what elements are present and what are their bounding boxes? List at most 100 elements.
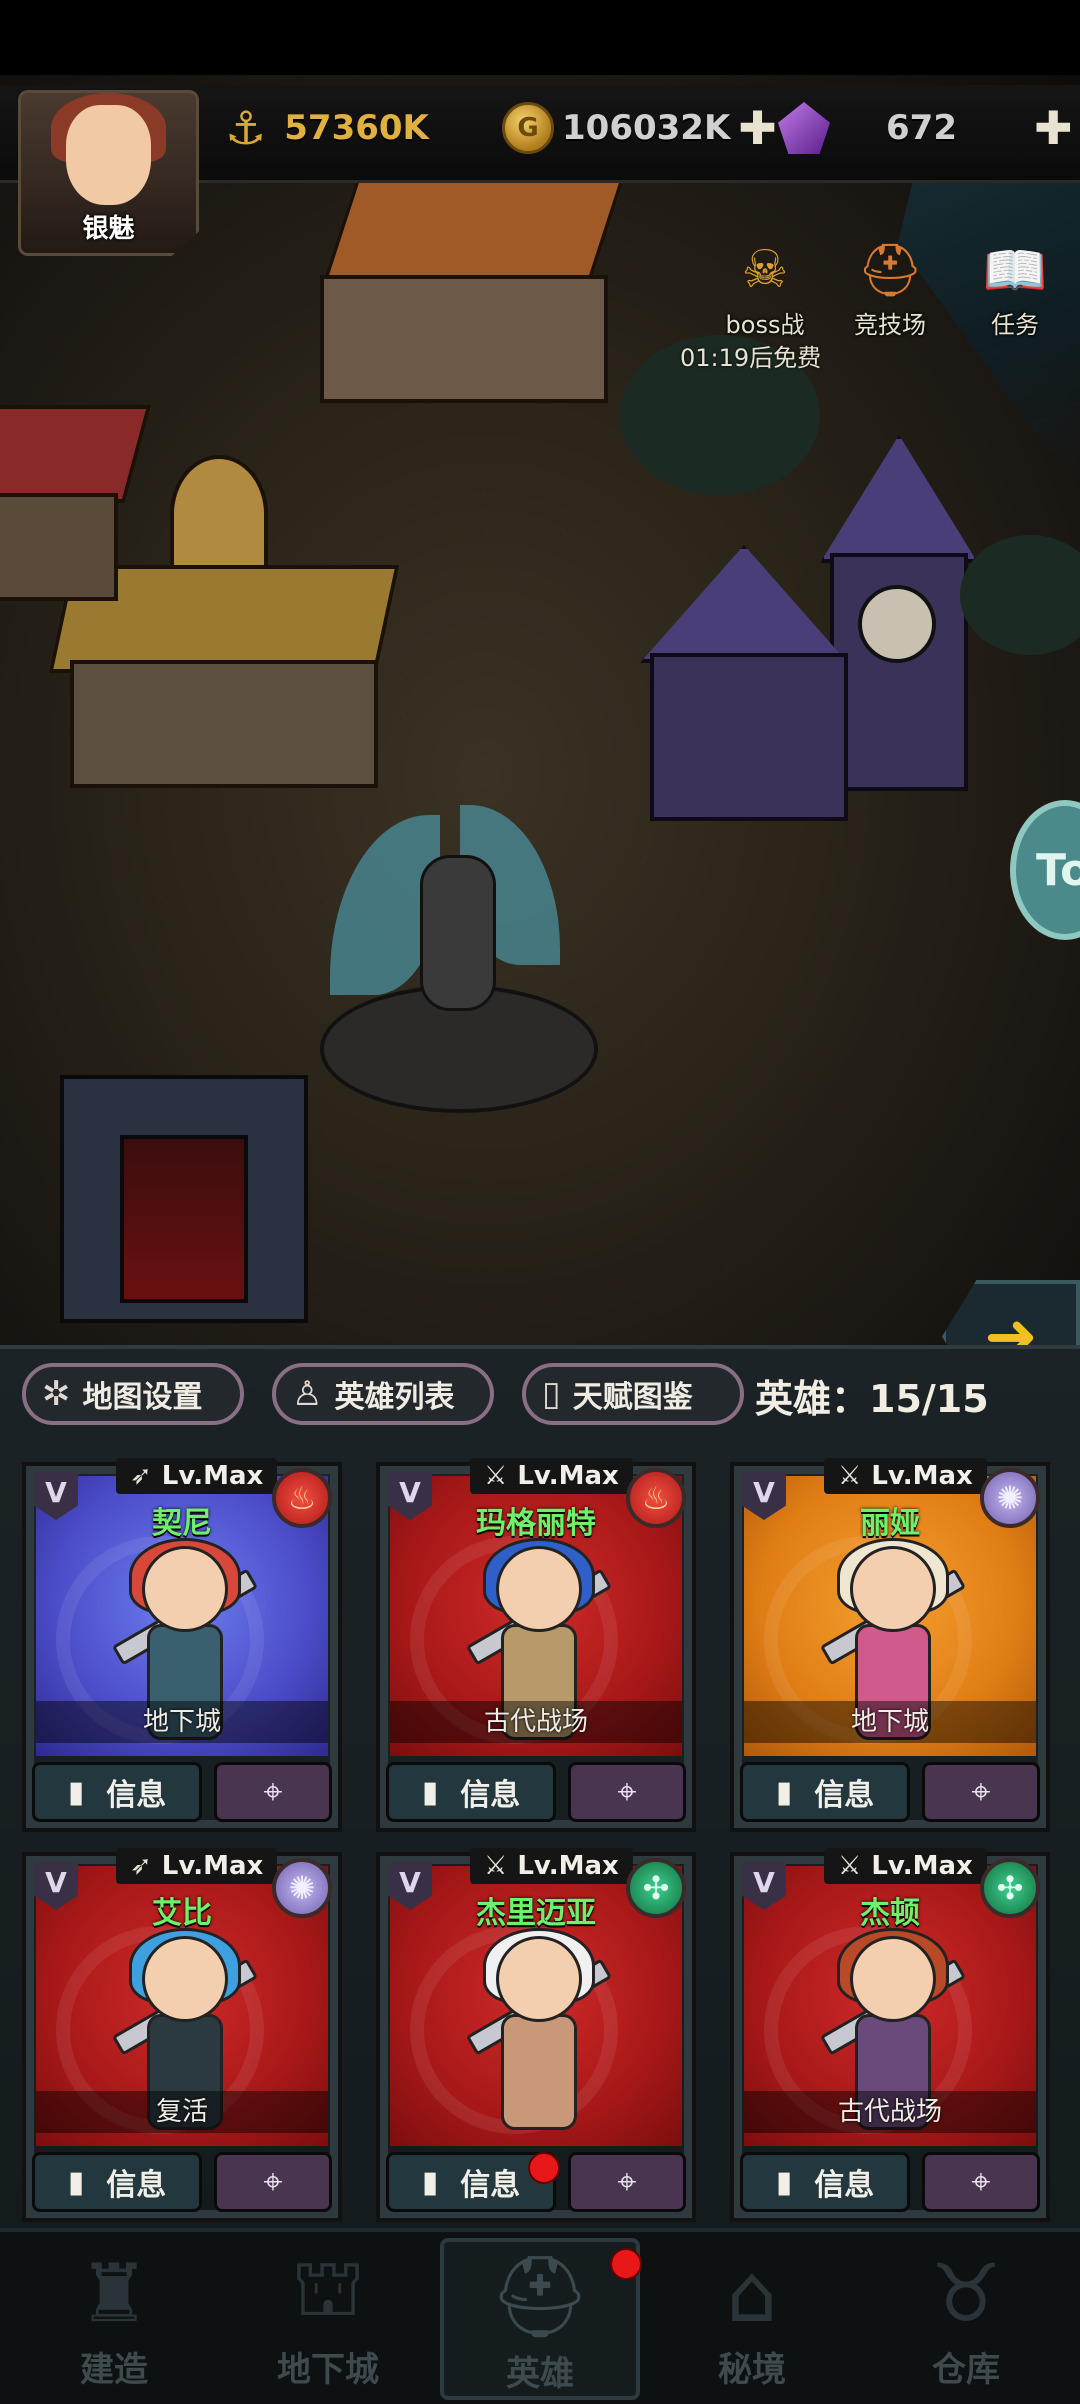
gem-icon (778, 102, 830, 154)
map-building-red-roof[interactable] (0, 405, 152, 605)
hero-level-text: Lv.Max (871, 1461, 973, 1491)
hero-level-text: Lv.Max (871, 1851, 973, 1881)
nav-secret-realm-label: 秘境 (718, 2350, 786, 2390)
boss-battle-button[interactable]: ☠ boss战 (705, 225, 825, 340)
hero-level: ⚔ Lv.Max (824, 1458, 987, 1494)
hero-locate-button[interactable]: ⌖ (568, 1762, 686, 1822)
tab-talent-codex-label: 天赋图鉴 (572, 1380, 693, 1415)
hero-level: ⚔ Lv.Max (470, 1848, 633, 1884)
tab-map-settings-label: 地图设置 (82, 1380, 203, 1415)
player-avatar[interactable]: 银魅 (18, 90, 199, 256)
hero-level: ⚔ Lv.Max (470, 1458, 633, 1494)
hero-name: 丽娅 (860, 1506, 920, 1541)
anchor-icon: ⚓ (225, 101, 267, 155)
nav-heroes-label: 英雄 (506, 2354, 574, 2394)
hero-locate-button[interactable]: ⌖ (568, 2152, 686, 2212)
hero-info-button[interactable]: ▮ 信息 (740, 2152, 910, 2212)
tab-hero-list-label: 英雄列表 (334, 1380, 455, 1415)
location-pin-icon: ⌖ (263, 1772, 283, 1812)
hero-silhouette-icon: ♙ (292, 1374, 323, 1414)
hero-info-button[interactable]: ▮ 信息 (32, 2152, 202, 2212)
map-building-house[interactable] (280, 170, 640, 420)
hero-info-button[interactable]: ▮ 信息 (386, 1762, 556, 1822)
hero-level: ➶ Lv.Max (116, 1458, 278, 1494)
side-tab-label: To (1036, 844, 1080, 896)
hero-card[interactable]: V ⚔ Lv.Max ♨ 玛格丽特 古代战场 ▮ 信息 ⌖ (376, 1458, 696, 1832)
avatar-face (66, 105, 151, 205)
hero-locate-button[interactable]: ⌖ (214, 2152, 332, 2212)
hero-level: ⚔ Lv.Max (824, 1848, 987, 1884)
hero-locate-button[interactable]: ⌖ (922, 2152, 1040, 2212)
nav-warehouse[interactable]: ♉ 仓库 (866, 2238, 1066, 2400)
nav-build-label: 建造 (80, 2350, 148, 2390)
sword-icon: ⚔ (484, 1461, 508, 1491)
hero-location: 地下城 (36, 1701, 328, 1743)
hero-level-text: Lv.Max (517, 1461, 619, 1491)
location-pin-icon: ⌖ (617, 1772, 637, 1812)
nav-heroes-notification-dot (610, 2248, 642, 2280)
book-icon: ▯ (542, 1374, 561, 1414)
hero-locate-button[interactable]: ⌖ (922, 1762, 1040, 1822)
hero-body (501, 2014, 577, 2130)
map-building-portal[interactable] (40, 1035, 320, 1335)
sack-icon: ♉ (930, 2246, 1002, 2340)
location-pin-icon: ⌖ (617, 2162, 637, 2202)
hero-locate-button[interactable]: ⌖ (214, 1762, 332, 1822)
info-icon: ▮ (775, 1774, 793, 1810)
nav-dungeon[interactable]: ⛫ 地下城 (228, 2238, 428, 2400)
sword-icon: ⚔ (838, 1461, 862, 1491)
quest-book-icon: 📖 (982, 240, 1048, 301)
demon-skull-icon: ☠ (741, 240, 789, 300)
hero-head (142, 1546, 228, 1632)
tab-map-settings[interactable]: ✲ 地图设置 (22, 1363, 244, 1425)
quest-button[interactable]: 📖 任务 (955, 225, 1075, 340)
hero-name: 杰顿 (860, 1896, 920, 1931)
haunted-house-icon: ⌂ (726, 2246, 778, 2340)
player-name: 银魅 (82, 214, 135, 244)
hero-info-label: 信息 (460, 2168, 521, 2203)
sword-icon: ⚔ (484, 1851, 508, 1881)
hero-location: 古代战场 (390, 1701, 682, 1743)
nav-secret-realm[interactable]: ⌂ 秘境 (652, 2238, 852, 2400)
info-icon: ▮ (421, 2164, 439, 2200)
hero-info-button[interactable]: ▮ 信息 (32, 1762, 202, 1822)
boss-battle-label: boss战 (725, 311, 805, 339)
hero-location: 古代战场 (744, 2091, 1036, 2133)
map-building-clock-tower[interactable] (620, 435, 1040, 855)
knight-helmet-icon: ⛑ (856, 240, 923, 301)
tab-talent-codex[interactable]: ▯ 天赋图鉴 (522, 1363, 744, 1425)
hero-info-label: 信息 (106, 1778, 167, 1813)
add-gold-button[interactable]: ✚ (738, 101, 777, 155)
hero-level-text: Lv.Max (161, 1851, 264, 1881)
hero-name: 契尼 (152, 1506, 212, 1541)
hero-name: 玛格丽特 (476, 1506, 596, 1541)
gold-value: 106032K (562, 108, 731, 148)
hero-info-button[interactable]: ▮ 信息 (740, 1762, 910, 1822)
hero-card[interactable]: V ⚔ Lv.Max ✣ 杰顿 古代战场 ▮ 信息 ⌖ (730, 1848, 1050, 2222)
hero-name: 艾比 (152, 1896, 212, 1931)
arena-label: 竞技场 (854, 311, 926, 339)
power-display: ⚓ 57360K (225, 98, 429, 158)
arena-button[interactable]: ⛑ 竞技场 (830, 225, 950, 340)
add-gems-button[interactable]: ✚ (1034, 101, 1073, 155)
dungeon-icon: ⛫ (291, 2241, 365, 2334)
hero-card[interactable]: V ➶ Lv.Max ♨ 契尼 地下城 ▮ 信息 ⌖ (22, 1458, 342, 1832)
hero-card[interactable]: V ⚔ Lv.Max ✺ 丽娅 地下城 ▮ 信息 ⌖ (730, 1458, 1050, 1832)
hero-location: 地下城 (744, 1701, 1036, 1743)
map-statue-angel[interactable] (310, 795, 600, 1115)
hero-head (850, 1936, 936, 2022)
sword-icon: ⚔ (838, 1851, 862, 1881)
location-pin-icon: ⌖ (971, 2162, 991, 2202)
gold-display: G 106032K ✚ (502, 98, 777, 158)
hero-name: 杰里迈亚 (476, 1896, 596, 1931)
hero-level-text: Lv.Max (161, 1461, 264, 1491)
hero-location: 复活 (36, 2091, 328, 2133)
hero-portrait (461, 1928, 613, 2136)
hero-head (142, 1936, 228, 2022)
tab-hero-list[interactable]: ♙ 英雄列表 (272, 1363, 494, 1425)
info-icon: ▮ (67, 1774, 85, 1810)
location-pin-icon: ⌖ (263, 2162, 283, 2202)
nav-build[interactable]: ♜ 建造 (14, 2238, 214, 2400)
hero-card[interactable]: V ➶ Lv.Max ✺ 艾比 复活 ▮ 信息 ⌖ (22, 1848, 342, 2222)
hero-head (850, 1546, 936, 1632)
